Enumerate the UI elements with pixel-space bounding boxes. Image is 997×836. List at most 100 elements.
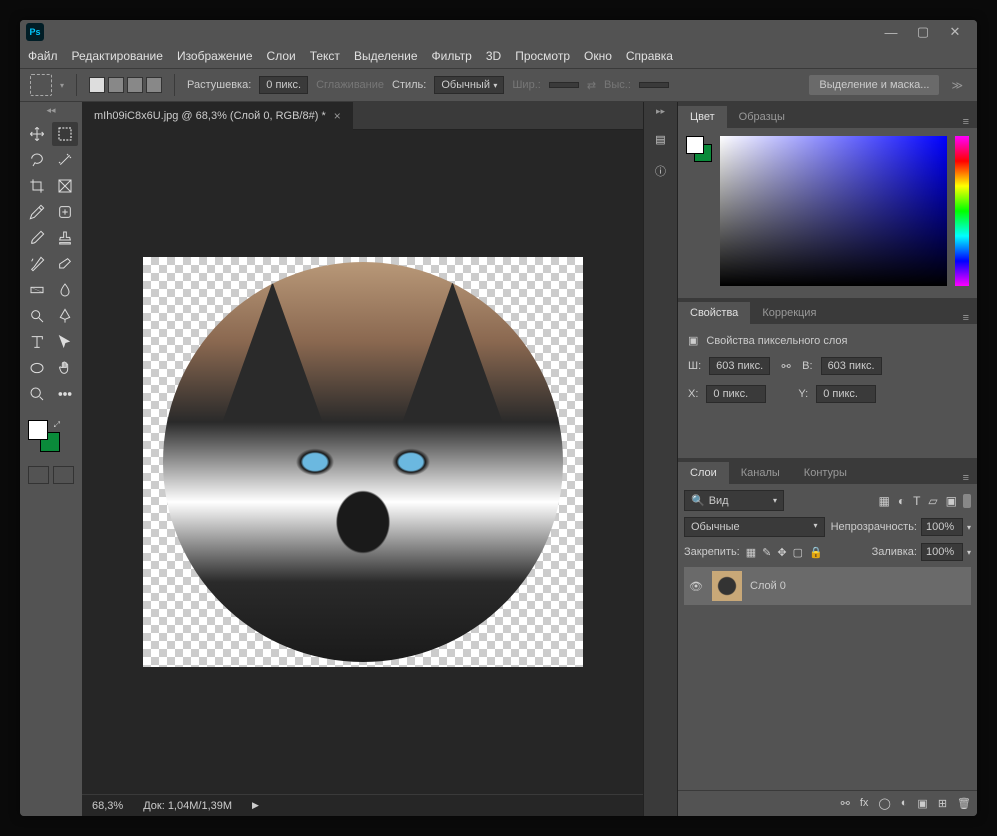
new-layer-icon[interactable]: ⊞ xyxy=(938,797,947,810)
options-overflow-icon[interactable]: ≫ xyxy=(947,79,967,92)
history-brush-tool[interactable] xyxy=(24,252,50,276)
select-and-mask-button[interactable]: Выделение и маска... xyxy=(809,75,939,95)
selection-add-icon[interactable] xyxy=(108,77,124,93)
marquee-tool[interactable] xyxy=(52,122,78,146)
tab-swatches[interactable]: Образцы xyxy=(727,106,797,128)
lock-all-icon[interactable]: 🔒 xyxy=(809,546,823,559)
opacity-input[interactable]: 100% xyxy=(921,518,963,536)
history-panel-icon[interactable]: ▤ xyxy=(650,128,672,150)
move-tool[interactable] xyxy=(24,122,50,146)
fill-input[interactable]: 100% xyxy=(921,543,963,561)
color-field[interactable] xyxy=(720,136,947,286)
x-prop-input[interactable]: 0 пикс. xyxy=(706,385,766,403)
screenmode-toggle[interactable] xyxy=(53,466,74,484)
menu-view[interactable]: Просмотр xyxy=(515,49,570,63)
canvas-viewport[interactable] xyxy=(82,130,643,794)
tab-properties[interactable]: Свойства xyxy=(678,302,750,324)
group-icon[interactable]: ▣ xyxy=(917,797,927,810)
magic-wand-tool[interactable] xyxy=(52,148,78,172)
gradient-tool[interactable] xyxy=(24,278,50,302)
opacity-chevron-icon[interactable]: ▾ xyxy=(967,523,971,532)
doc-size[interactable]: Док: 1,04M/1,39M xyxy=(143,800,232,812)
healing-tool[interactable] xyxy=(52,200,78,224)
color-swatches[interactable]: ⤢ xyxy=(28,420,60,452)
maximize-button[interactable]: ▢ xyxy=(907,21,939,43)
info-panel-icon[interactable]: ⓘ xyxy=(650,160,672,182)
menu-type[interactable]: Текст xyxy=(310,49,340,63)
eraser-tool[interactable] xyxy=(52,252,78,276)
artboard[interactable] xyxy=(143,257,583,667)
eyedropper-tool[interactable] xyxy=(24,200,50,224)
selection-intersect-icon[interactable] xyxy=(146,77,162,93)
color-panel-swatches[interactable] xyxy=(686,136,712,162)
filter-adjust-icon[interactable]: ◐ xyxy=(898,494,905,508)
stamp-tool[interactable] xyxy=(52,226,78,250)
menu-help[interactable]: Справка xyxy=(626,49,673,63)
feather-input[interactable]: 0 пикс. xyxy=(259,76,308,94)
filter-shape-icon[interactable]: ▱ xyxy=(928,494,937,508)
tab-color[interactable]: Цвет xyxy=(678,106,727,128)
filter-pixel-icon[interactable]: ▦ xyxy=(878,494,889,508)
layer-item[interactable]: 👁 Слой 0 xyxy=(684,567,971,605)
document-tab[interactable]: mIh09iC8x6U.jpg @ 68,3% (Слой 0, RGB/8#)… xyxy=(82,102,353,130)
fill-chevron-icon[interactable]: ▾ xyxy=(967,548,971,557)
quickmask-toggle[interactable] xyxy=(28,466,49,484)
adjustment-icon[interactable]: ◐ xyxy=(901,797,908,810)
hand-tool[interactable] xyxy=(52,356,78,380)
menu-file[interactable]: Файл xyxy=(28,49,58,63)
lock-brush-icon[interactable]: ✎ xyxy=(762,546,771,559)
menu-layer[interactable]: Слои xyxy=(267,49,296,63)
width-prop-input[interactable]: 603 пикс. xyxy=(709,357,770,375)
dodge-tool[interactable] xyxy=(24,304,50,328)
pen-tool[interactable] xyxy=(52,304,78,328)
minimize-button[interactable]: — xyxy=(875,21,907,43)
lasso-tool[interactable] xyxy=(24,148,50,172)
selection-subtract-icon[interactable] xyxy=(127,77,143,93)
foreground-color-swatch[interactable] xyxy=(28,420,48,440)
delete-layer-icon[interactable]: 🗑 xyxy=(957,797,971,810)
tab-paths[interactable]: Контуры xyxy=(792,462,859,484)
fx-icon[interactable]: fx xyxy=(860,797,869,810)
lock-pixels-icon[interactable]: ▦ xyxy=(746,546,756,559)
status-chevron-icon[interactable]: ▶ xyxy=(252,800,259,811)
blur-tool[interactable] xyxy=(52,278,78,302)
menu-window[interactable]: Окно xyxy=(584,49,612,63)
layers-panel-menu-icon[interactable]: ≡ xyxy=(955,472,977,484)
toolbar-collapse-icon[interactable]: ◂◂ xyxy=(20,102,82,118)
zoom-tool[interactable] xyxy=(24,382,50,406)
panel-fg-swatch[interactable] xyxy=(686,136,704,154)
link-wh-icon[interactable]: ⚯ xyxy=(778,360,794,373)
menu-filter[interactable]: Фильтр xyxy=(432,49,472,63)
mask-icon[interactable]: ◯ xyxy=(878,797,890,810)
color-panel-menu-icon[interactable]: ≡ xyxy=(955,116,977,128)
swap-colors-icon[interactable]: ⤢ xyxy=(54,420,60,430)
y-prop-input[interactable]: 0 пикс. xyxy=(816,385,876,403)
filter-smart-icon[interactable]: ▣ xyxy=(946,494,957,508)
layer-name[interactable]: Слой 0 xyxy=(750,580,786,592)
brush-tool[interactable] xyxy=(24,226,50,250)
menu-image[interactable]: Изображение xyxy=(177,49,253,63)
marquee-tool-icon[interactable] xyxy=(30,74,52,96)
tab-channels[interactable]: Каналы xyxy=(729,462,792,484)
hue-slider[interactable] xyxy=(955,136,969,286)
filter-toggle[interactable] xyxy=(963,494,971,508)
selection-new-icon[interactable] xyxy=(89,77,105,93)
filter-type-icon[interactable]: T xyxy=(913,494,920,508)
layer-filter-dropdown[interactable]: 🔍 Вид ▾ xyxy=(684,490,784,511)
tab-layers[interactable]: Слои xyxy=(678,462,729,484)
tool-preset-dropdown[interactable]: ▾ xyxy=(60,81,64,90)
properties-panel-menu-icon[interactable]: ≡ xyxy=(955,312,977,324)
tab-adjustments[interactable]: Коррекция xyxy=(750,302,828,324)
crop-tool[interactable] xyxy=(24,174,50,198)
style-dropdown[interactable]: Обычный▾ xyxy=(434,76,504,94)
dock-expand-icon[interactable]: ▸▸ xyxy=(656,106,665,118)
blend-mode-dropdown[interactable]: Обычные▾ xyxy=(684,517,825,537)
shape-tool[interactable] xyxy=(24,356,50,380)
menu-edit[interactable]: Редактирование xyxy=(72,49,163,63)
lock-position-icon[interactable]: ✥ xyxy=(777,546,786,559)
close-button[interactable]: ✕ xyxy=(939,21,971,43)
close-tab-icon[interactable]: × xyxy=(334,109,341,123)
height-prop-input[interactable]: 603 пикс. xyxy=(821,357,882,375)
menu-3d[interactable]: 3D xyxy=(486,49,501,63)
more-tools-icon[interactable] xyxy=(52,382,78,406)
